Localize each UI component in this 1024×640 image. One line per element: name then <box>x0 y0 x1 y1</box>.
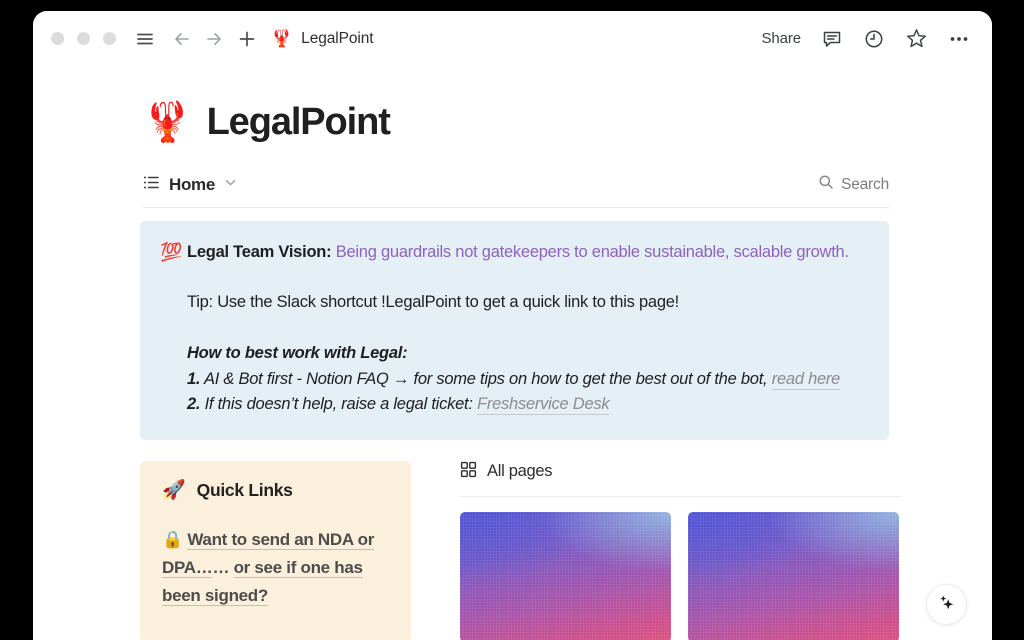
vision-callout: 💯 Legal Team Vision: Being guardrails no… <box>140 221 889 440</box>
tip-line: Tip: Use the Slack shortcut !LegalPoint … <box>187 292 680 311</box>
quick-links-body: 🔒 Want to send an NDA or DPA…… or see if… <box>162 526 389 610</box>
star-icon[interactable] <box>905 27 928 50</box>
vision-label: Legal Team Vision: <box>187 243 332 261</box>
freshservice-desk-link[interactable]: Freshservice Desk <box>477 395 610 415</box>
arrow-left-icon[interactable] <box>172 29 192 49</box>
quick-links-header: 🚀 Quick Links <box>162 480 389 501</box>
vision-statement: Legal Team Vision: Being guardrails not … <box>187 240 867 266</box>
page-card[interactable] <box>688 511 899 640</box>
search-label: Search <box>841 175 889 193</box>
ellipsis-icon[interactable] <box>948 28 970 50</box>
tab-title: LegalPoint <box>301 29 374 47</box>
tab-home-label: Home <box>169 175 216 194</box>
page-header: 🦞 LegalPoint <box>143 101 992 144</box>
list-icon <box>143 174 160 196</box>
all-pages-label: All pages <box>487 462 553 480</box>
lower-row: 🚀 Quick Links 🔒 Want to send an NDA or D… <box>140 460 992 640</box>
share-button[interactable]: Share <box>761 30 801 47</box>
chevron-down-icon[interactable] <box>224 176 237 194</box>
view-tab-row: Home Search <box>143 174 889 208</box>
search-icon <box>818 174 834 195</box>
read-here-link[interactable]: read here <box>771 369 840 390</box>
tab-home[interactable]: Home <box>143 174 237 196</box>
grid-icon <box>460 461 477 483</box>
maximize-window-button[interactable] <box>103 32 116 45</box>
sparkles-icon <box>936 592 957 618</box>
window-controls[interactable] <box>51 32 116 45</box>
howto-item-1: 1. AI & Bot first - Notion FAQ → for som… <box>187 367 867 393</box>
plus-icon[interactable] <box>237 29 257 49</box>
page-icon-lobster-icon[interactable]: 🦞 <box>143 103 192 142</box>
page-card[interactable] <box>460 511 671 640</box>
minimize-window-button[interactable] <box>77 32 90 45</box>
page-content: 🦞 LegalPoint Home Search 💯 Legal Team Vi… <box>33 101 992 640</box>
callout-body: Legal Team Vision: Being guardrails not … <box>187 240 867 418</box>
quick-links-card: 🚀 Quick Links 🔒 Want to send an NDA or D… <box>140 460 411 640</box>
lock-icon: 🔒 <box>162 529 183 549</box>
howto-item-2-number: 2. <box>187 395 201 413</box>
device-frame: 🦞 LegalPoint Share 🦞 LegalPoint Home Sea… <box>0 0 1024 640</box>
howto-item-1-number: 1. <box>187 369 201 388</box>
howto-block: How to best work with Legal: 1. AI & Bot… <box>187 341 867 418</box>
page-title[interactable]: LegalPoint <box>207 101 391 144</box>
all-pages-header: All pages <box>460 461 901 497</box>
browser-window: 🦞 LegalPoint Share 🦞 LegalPoint Home Sea… <box>33 11 992 640</box>
close-window-button[interactable] <box>51 32 64 45</box>
page-card-grid <box>460 511 901 640</box>
tab-favicon-lobster-icon: 🦞 <box>271 29 293 48</box>
arrow-right-icon[interactable] <box>204 29 224 49</box>
search-button[interactable]: Search <box>818 174 889 196</box>
quick-links-title: Quick Links <box>196 479 293 500</box>
ai-assistant-button[interactable] <box>926 584 967 625</box>
hamburger-icon[interactable] <box>135 29 155 49</box>
howto-item-2: 2. If this doesn’t help, raise a legal t… <box>187 392 867 418</box>
browser-tab[interactable]: 🦞 LegalPoint <box>271 29 374 48</box>
howto-item-1-text: AI & Bot first - Notion FAQ → for some t… <box>200 369 772 388</box>
hundred-points-icon: 💯 <box>160 242 183 262</box>
browser-titlebar: 🦞 LegalPoint Share <box>33 11 992 66</box>
howto-heading: How to best work with Legal: <box>187 344 408 362</box>
clock-icon[interactable] <box>863 28 885 50</box>
rocket-icon: 🚀 <box>162 479 186 501</box>
titlebar-actions: Share <box>761 11 970 66</box>
howto-item-2-text: If this doesn’t help, raise a legal tick… <box>200 395 478 413</box>
comment-icon[interactable] <box>821 28 843 50</box>
all-pages-section: All pages <box>460 461 901 640</box>
vision-text: Being guardrails not gatekeepers to enab… <box>331 243 849 261</box>
quick-link-separator: … <box>212 557 230 577</box>
quick-link-entry: 🔒 Want to send an NDA or DPA…… or see if… <box>162 526 389 610</box>
